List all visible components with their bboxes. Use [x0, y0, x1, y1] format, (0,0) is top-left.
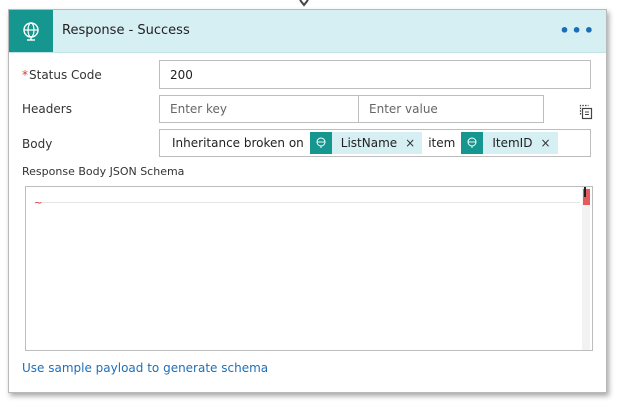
card-header[interactable]: Response - Success •••	[9, 10, 606, 53]
globe-icon	[461, 132, 484, 154]
schema-label: Response Body JSON Schema	[22, 165, 185, 178]
response-action-card: Response - Success ••• *Status Code 200 …	[8, 9, 607, 393]
status-code-value: 200	[170, 67, 193, 82]
required-marker: *	[22, 68, 28, 82]
header-key-placeholder: Enter key	[170, 102, 228, 116]
header-value-placeholder: Enter value	[369, 102, 438, 116]
generate-schema-link[interactable]: Use sample payload to generate schema	[22, 361, 268, 375]
editor-scrollbar[interactable]	[582, 187, 590, 350]
switch-to-text-mode-icon[interactable]	[578, 103, 596, 121]
token-label: ItemID	[492, 136, 533, 150]
globe-icon	[309, 132, 332, 154]
flow-connector-arrow	[299, 0, 309, 7]
error-squiggle-icon: ~	[34, 198, 43, 209]
status-code-label-text: Status Code	[29, 68, 102, 82]
dynamic-token-itemid[interactable]: ItemID ×	[461, 132, 558, 154]
headers-label: Headers	[22, 102, 72, 116]
schema-editor[interactable]: ~	[25, 186, 593, 351]
body-text-before: Inheritance broken on	[172, 136, 304, 150]
body-input[interactable]: Inheritance broken on ListName × item It…	[159, 129, 591, 157]
body-label: Body	[22, 137, 53, 151]
more-options-button[interactable]: •••	[559, 21, 596, 40]
dynamic-token-listname[interactable]: ListName ×	[309, 132, 423, 154]
status-code-label: *Status Code	[22, 68, 102, 82]
card-title: Response - Success	[62, 23, 190, 38]
editor-current-line	[36, 202, 580, 203]
token-label: ListName	[340, 136, 398, 150]
header-value-input[interactable]: Enter value	[358, 95, 544, 123]
body-text-between: item	[428, 136, 456, 150]
remove-token-button[interactable]: ×	[403, 136, 422, 150]
remove-token-button[interactable]: ×	[538, 136, 557, 150]
editor-cursor	[584, 187, 586, 197]
status-code-input[interactable]: 200	[159, 60, 591, 89]
header-key-input[interactable]: Enter key	[159, 95, 359, 123]
globe-icon	[9, 10, 53, 52]
